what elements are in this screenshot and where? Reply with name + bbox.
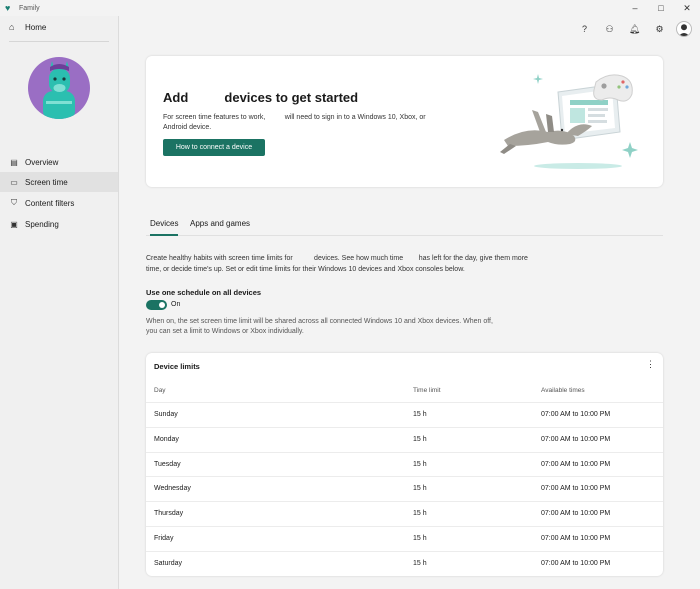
title-bar: ♥ Family – □ ✕ [0,0,700,16]
schedule-title: Use one schedule on all devices [146,288,262,297]
help-icon[interactable]: ? [572,20,597,38]
column-header-day: Day [154,387,166,394]
available-times-cell: 07:00 AM to 10:00 PM [541,460,611,468]
device-limits-title: Device limits [154,362,200,371]
how-to-connect-button[interactable]: How to connect a device [163,139,265,156]
day-cell: Thursday [154,510,184,518]
day-cell: Sunday [154,411,178,418]
day-cell: Tuesday [154,460,181,468]
window-title: Family [19,4,40,12]
available-times-cell: 07:00 AM to 10:00 PM [541,435,611,443]
sidebar-item-screen-time[interactable]: ▭ Screen time [0,172,118,192]
close-button[interactable]: ✕ [674,0,700,16]
time-limit-cell: 15 h [413,535,427,542]
spending-icon: ▣ [10,219,18,229]
available-times-cell: 07:00 AM to 10:00 PM [541,535,611,542]
tab-devices[interactable]: Devices [150,216,179,236]
settings-icon[interactable]: ⚙ [647,20,672,38]
available-times-cell: 07:00 AM to 10:00 PM [541,411,611,418]
day-cell: Monday [154,435,179,443]
schedule-note: When on, the set screen time limit will … [146,318,495,335]
profile-avatar[interactable] [676,21,692,37]
toggle-knob [159,302,165,308]
one-schedule-toggle[interactable] [146,300,167,310]
tab-bar: Devices Apps and games [146,216,663,236]
day-cell: Wednesday [154,485,191,493]
sidebar-divider [9,41,109,42]
sidebar-item-overview[interactable]: ▤ Overview [0,152,118,172]
available-times-cell: 07:00 AM to 10:00 PM [541,485,611,493]
table-row[interactable]: Monday 15 h 07:00 AM to 10:00 PM [146,426,663,452]
content-filters-icon: ⛉ [11,198,17,207]
sidebar-item-label: Overview [25,157,59,167]
more-options-icon[interactable]: ⋮ [646,359,655,370]
home-icon: ⌂ [9,22,15,32]
screen-time-description: Create healthy habits with screen time l… [146,255,530,273]
sidebar-item-label: Content filters [25,198,75,208]
time-limit-cell: 15 h [413,460,427,468]
sidebar-item-content-filters[interactable]: ⛉ Content filters [0,193,118,213]
table-row[interactable]: Thursday 15 h 07:00 AM to 10:00 PM [146,501,663,526]
nav-home[interactable]: ⌂ Home [0,18,118,36]
hero-title-suffix: devices to get started [224,90,359,105]
sidebar: ⌂ Home ▤ Overview ▭ Screen time ⛉ Conten… [0,16,119,589]
device-limits-card: Device limits ⋮ Day Time limit Available… [146,353,663,576]
table-row[interactable]: Wednesday 15 h 07:00 AM to 10:00 PM [146,476,663,501]
family-icon[interactable]: ⚇ [597,20,622,38]
profile-icon [678,24,690,36]
time-limit-cell: 15 h [413,510,427,518]
time-limit-cell: 15 h [413,411,427,418]
tab-devices-label: Devices [150,219,179,228]
tab-apps-label: Apps and games [190,219,251,228]
time-limit-cell: 15 h [413,485,427,493]
table-row[interactable]: Saturday 15 h 07:00 AM to 10:00 PM [146,550,663,576]
table-row[interactable]: Sunday 15 h 07:00 AM to 10:00 PM [146,402,663,427]
sidebar-item-spending[interactable]: ▣ Spending [0,214,118,234]
column-header-available-times: Available times [541,387,585,394]
available-times-cell: 07:00 AM to 10:00 PM [541,510,611,518]
minimize-button[interactable]: – [622,0,648,16]
day-cell: Friday [154,535,174,542]
tab-apps-and-games[interactable]: Apps and games [190,216,250,236]
header-actions: ? ⚇ 🔔︎ ⚙ [572,20,692,38]
hero-title-prefix: Add [163,90,189,105]
nav-home-label: Home [25,22,47,32]
table-row[interactable]: Tuesday 15 h 07:00 AM to 10:00 PM [146,451,663,477]
get-started-card: Add devices to get started For screen ti… [146,56,663,187]
sidebar-item-label: Spending [25,219,59,229]
time-limit-cell: 15 h [413,559,427,567]
overview-icon: ▤ [10,157,18,167]
maximize-button[interactable]: □ [648,0,674,16]
table-row[interactable]: Friday 15 h 07:00 AM to 10:00 PM [146,526,663,551]
family-app-icon: ♥ [5,2,11,13]
day-cell: Saturday [154,559,183,567]
child-avatar[interactable] [28,57,90,119]
screen-time-icon: ▭ [10,177,18,187]
rabbit-laptop-illustration [500,74,638,169]
notifications-icon[interactable]: 🔔︎ [622,20,647,38]
sidebar-item-label: Screen time [25,177,68,187]
llama-avatar-icon [43,61,75,119]
available-times-cell: 07:00 AM to 10:00 PM [541,559,611,567]
window-controls: – □ ✕ [622,0,700,16]
toggle-label: On [171,301,181,308]
column-header-time-limit: Time limit [413,387,441,394]
hero-title: Add devices to get started [163,90,358,105]
time-limit-cell: 15 h [413,435,427,443]
hero-description: For screen time features to work, will n… [163,114,428,131]
